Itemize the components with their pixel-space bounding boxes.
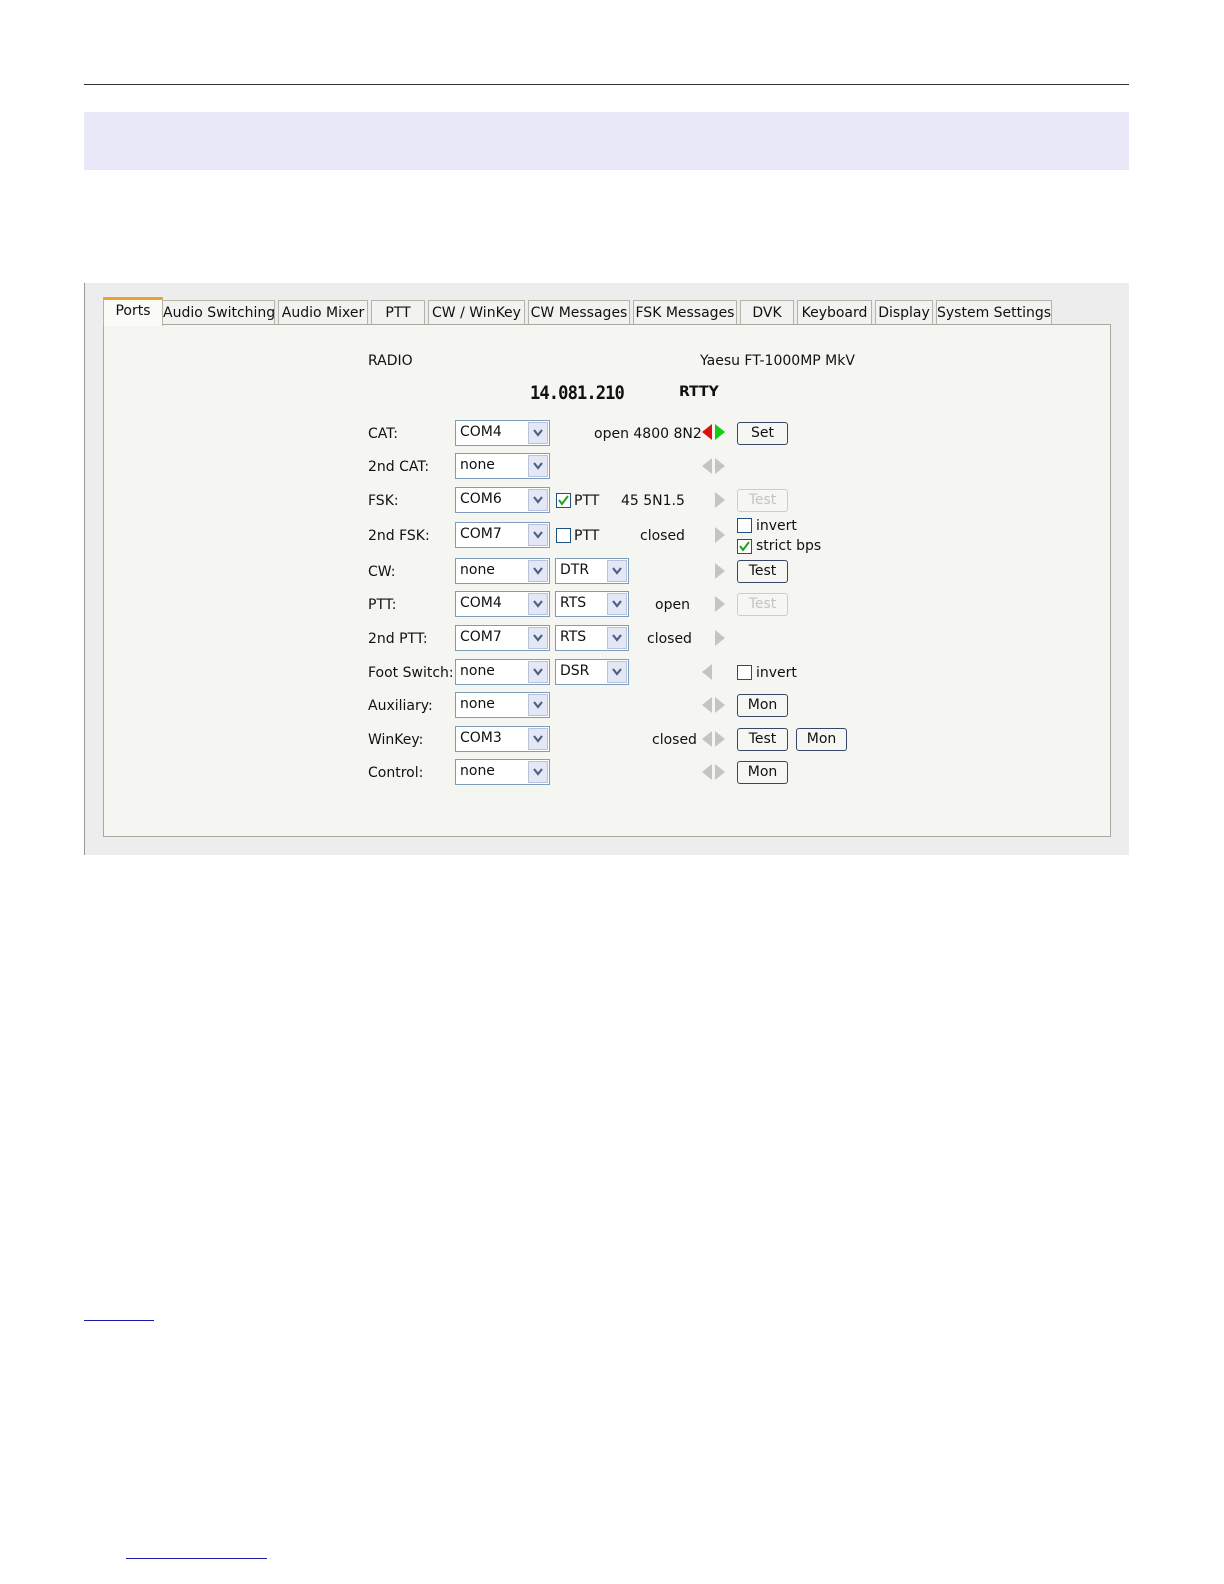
cw-activity-indicator-icon — [715, 563, 725, 579]
chevron-down-icon — [528, 455, 548, 477]
auxiliary-activity-indicator-icon — [702, 697, 725, 713]
ptt2-label: 2nd PTT: — [368, 631, 428, 647]
chevron-down-icon — [528, 627, 548, 649]
winkey-status: closed — [652, 732, 697, 748]
fsk2-invert-checkbox[interactable] — [737, 518, 752, 533]
cat-status: open 4800 8N2 — [594, 426, 702, 442]
cw-port-select[interactable]: none — [455, 558, 550, 584]
foot-switch-port-select[interactable]: none — [455, 659, 550, 685]
fsk2-invert-label: invert — [756, 518, 797, 534]
ptt-label: PTT: — [368, 597, 397, 613]
fsk2-ptt-checkbox[interactable] — [556, 528, 571, 543]
chevron-down-icon — [528, 489, 548, 511]
radio-model: Yaesu FT-1000MP MkV — [700, 353, 855, 369]
frequency-display: 14.081.210 — [530, 382, 625, 404]
footer-link-underline[interactable] — [126, 1558, 267, 1559]
chevron-down-icon — [528, 761, 548, 783]
tab-display[interactable]: Display — [875, 300, 933, 324]
tab-ptt[interactable]: PTT — [371, 300, 425, 324]
configurer-window: Ports Audio Switching Audio Mixer PTT CW… — [84, 283, 1129, 855]
foot-switch-invert-label: invert — [756, 665, 797, 681]
fsk-status: 45 5N1.5 — [621, 493, 685, 509]
cat-port-select[interactable]: COM4 — [455, 420, 550, 446]
chevron-down-icon — [528, 593, 548, 615]
fsk2-strict-bps-label: strict bps — [756, 538, 822, 554]
radio-label: RADIO — [368, 353, 413, 369]
fsk-port-select[interactable]: COM6 — [455, 487, 550, 513]
ptt-line-select[interactable]: RTS — [555, 591, 629, 617]
fsk2-status: closed — [640, 528, 685, 544]
chevron-down-icon — [607, 627, 627, 649]
tab-audio-switching[interactable]: Audio Switching — [162, 300, 275, 324]
foot-switch-invert-checkbox[interactable] — [737, 665, 752, 680]
auxiliary-port-select[interactable]: none — [455, 692, 550, 718]
fsk2-port-select[interactable]: COM7 — [455, 522, 550, 548]
fsk2-label: 2nd FSK: — [368, 528, 430, 544]
chevron-down-icon — [528, 422, 548, 444]
foot-switch-line-select[interactable]: DSR — [555, 659, 629, 685]
mode-display: RTTY — [679, 384, 719, 400]
cw-test-button[interactable]: Test — [737, 560, 788, 583]
tab-cw-messages[interactable]: CW Messages — [528, 300, 630, 324]
ptt-activity-indicator-icon — [715, 596, 725, 612]
ptt2-activity-indicator-icon — [715, 630, 725, 646]
header-rule — [84, 84, 1129, 85]
winkey-port-select[interactable]: COM3 — [455, 726, 550, 752]
fsk-activity-indicator-icon — [715, 492, 725, 508]
auxiliary-label: Auxiliary: — [368, 698, 433, 714]
auxiliary-mon-button[interactable]: Mon — [737, 694, 788, 717]
cw-line-select[interactable]: DTR — [555, 558, 629, 584]
winkey-mon-button[interactable]: Mon — [796, 728, 847, 751]
chevron-down-icon — [528, 728, 548, 750]
ptt-test-button[interactable]: Test — [737, 593, 788, 616]
tab-system-settings[interactable]: System Settings — [936, 300, 1052, 324]
ptt2-line-select[interactable]: RTS — [555, 625, 629, 651]
tab-audio-mixer[interactable]: Audio Mixer — [278, 300, 368, 324]
cat2-port-select[interactable]: none — [455, 453, 550, 479]
chevron-down-icon — [607, 560, 627, 582]
chevron-down-icon — [528, 694, 548, 716]
tab-ports[interactable]: Ports — [103, 297, 163, 326]
fsk-label: FSK: — [368, 493, 399, 509]
chevron-down-icon — [528, 560, 548, 582]
fsk2-activity-indicator-icon — [715, 527, 725, 543]
foot-switch-indicator-icon — [702, 664, 712, 680]
footer-link-underline[interactable] — [84, 1320, 154, 1321]
tab-keyboard[interactable]: Keyboard — [797, 300, 872, 324]
control-activity-indicator-icon — [702, 764, 725, 780]
ptt-status: open — [655, 597, 690, 613]
tab-fsk-messages[interactable]: FSK Messages — [633, 300, 737, 324]
cat-set-button[interactable]: Set — [737, 422, 788, 445]
fsk2-strict-bps-checkbox[interactable] — [737, 539, 752, 554]
winkey-test-button[interactable]: Test — [737, 728, 788, 751]
ptt2-status: closed — [647, 631, 692, 647]
chevron-down-icon — [528, 661, 548, 683]
fsk-test-button[interactable]: Test — [737, 489, 788, 512]
cat2-activity-indicator-icon — [702, 458, 725, 474]
chevron-down-icon — [607, 661, 627, 683]
winkey-activity-indicator-icon — [702, 731, 725, 747]
tab-cw-winkey[interactable]: CW / WinKey — [428, 300, 525, 324]
foot-switch-label: Foot Switch: — [368, 665, 454, 681]
control-mon-button[interactable]: Mon — [737, 761, 788, 784]
chevron-down-icon — [607, 593, 627, 615]
cat-activity-indicator-icon — [702, 424, 725, 440]
control-label: Control: — [368, 765, 424, 781]
ports-panel: RADIO Yaesu FT-1000MP MkV 14.081.210 RTT… — [103, 324, 1111, 837]
fsk-ptt-checkbox[interactable] — [556, 493, 571, 508]
cw-label: CW: — [368, 564, 396, 580]
ptt-port-select[interactable]: COM4 — [455, 591, 550, 617]
winkey-label: WinKey: — [368, 732, 424, 748]
control-port-select[interactable]: none — [455, 759, 550, 785]
fsk-ptt-label: PTT — [574, 493, 600, 509]
cat-label: CAT: — [368, 426, 398, 442]
chevron-down-icon — [528, 524, 548, 546]
ptt2-port-select[interactable]: COM7 — [455, 625, 550, 651]
cat2-label: 2nd CAT: — [368, 459, 430, 475]
fsk2-ptt-label: PTT — [574, 528, 600, 544]
tab-dvk[interactable]: DVK — [740, 300, 794, 324]
header-band — [84, 112, 1129, 170]
